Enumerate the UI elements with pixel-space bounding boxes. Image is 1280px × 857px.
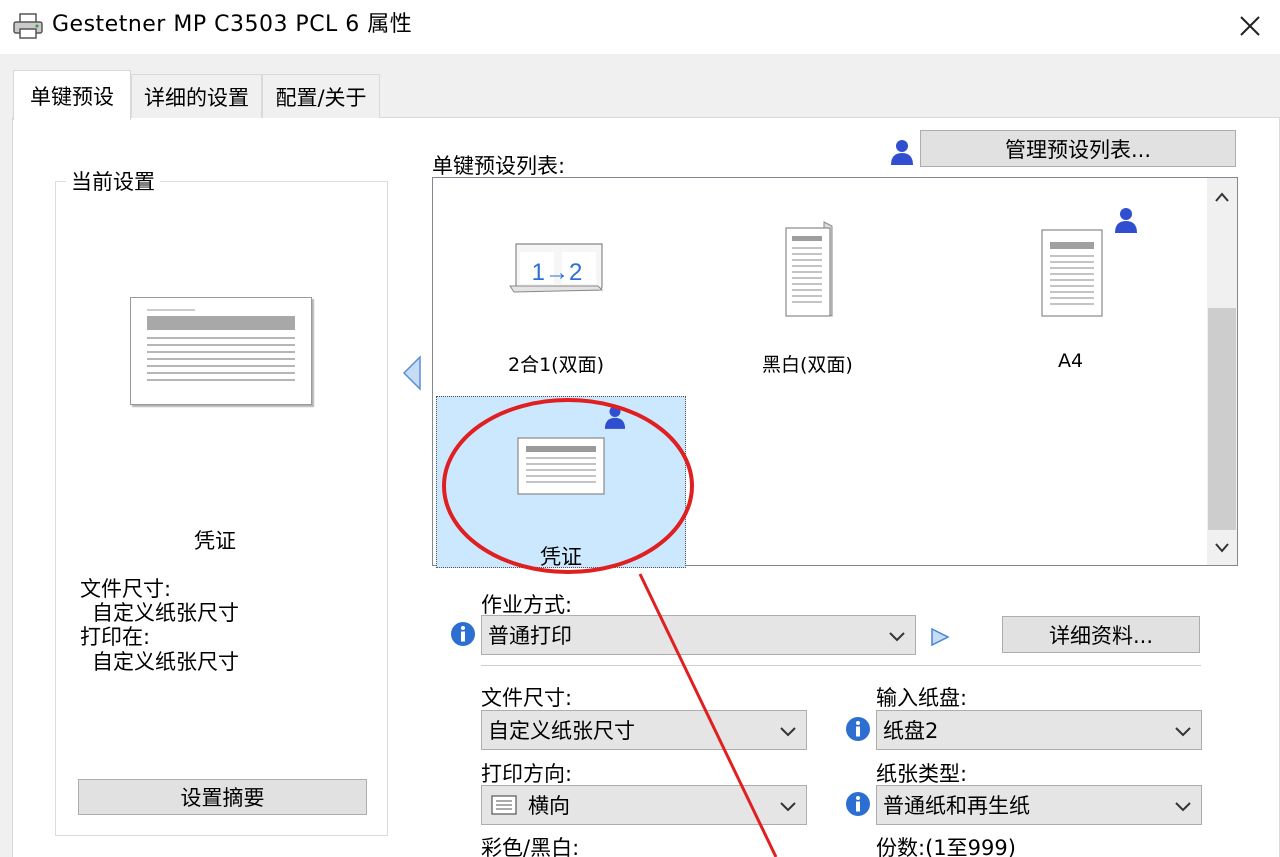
print-on-info-label: 打印在:	[80, 625, 151, 649]
tab-config-about[interactable]: 配置/关于	[262, 74, 380, 118]
bw-duplex-icon	[785, 221, 833, 317]
tab-one-click-presets[interactable]: 单键预设	[13, 70, 131, 120]
landscape-orientation-icon	[491, 795, 517, 815]
scroll-down-button[interactable]	[1207, 531, 1237, 565]
user-preset-icon	[604, 406, 626, 429]
preset-label-voucher: 凭证	[540, 545, 582, 569]
input-tray-label: 输入纸盘:	[876, 686, 968, 710]
voucher-landscape-icon	[517, 437, 605, 495]
svg-text:1→2: 1→2	[532, 259, 583, 286]
print-on-info-value: 自定义纸张尺寸	[92, 650, 239, 674]
preset-label-a4: A4	[1058, 350, 1084, 372]
paper-type-value: 普通纸和再生纸	[883, 794, 1030, 818]
tab-detailed-settings[interactable]: 详细的设置	[131, 74, 262, 118]
info-icon	[846, 717, 870, 741]
doc-size-select[interactable]: 自定义纸张尺寸	[481, 710, 807, 750]
preset-item-a4[interactable]	[1040, 228, 1106, 320]
chevron-down-icon	[780, 727, 796, 737]
copies-label: 份数:(1至999)	[876, 836, 1016, 857]
window-title: Gestetner MP C3503 PCL 6 属性	[52, 12, 413, 37]
printer-icon	[13, 13, 43, 39]
scroll-up-button[interactable]	[1207, 180, 1237, 214]
scroll-left-arrow-icon[interactable]	[400, 353, 424, 393]
doc-size-value: 自定义纸张尺寸	[488, 719, 635, 743]
input-tray-value: 纸盘2	[883, 719, 939, 743]
close-button[interactable]	[1226, 6, 1274, 46]
current-settings-legend: 当前设置	[66, 168, 160, 196]
chevron-up-icon	[1215, 192, 1229, 202]
orientation-value: 横向	[528, 794, 570, 818]
current-preset-name: 凭证	[194, 529, 236, 553]
user-icon	[891, 140, 913, 165]
chevron-down-icon	[889, 632, 905, 642]
play-arrow-icon[interactable]	[930, 627, 950, 647]
paper-type-label: 纸张类型:	[876, 762, 968, 786]
paper-type-select[interactable]: 普通纸和再生纸	[876, 785, 1202, 825]
landscape-page-icon	[147, 309, 295, 381]
info-icon	[846, 792, 870, 816]
chevron-down-icon	[1215, 543, 1229, 553]
settings-summary-button[interactable]: 设置摘要	[78, 779, 367, 815]
doc-size-info-value: 自定义纸张尺寸	[92, 601, 239, 625]
input-tray-select[interactable]: 纸盘2	[876, 710, 1202, 750]
current-settings-preview	[130, 297, 312, 405]
two-in-one-duplex-icon: 1→2	[509, 243, 604, 293]
preset-label-bw-duplex: 黑白(双面)	[762, 354, 853, 376]
divider	[481, 665, 1201, 666]
color-mode-label: 彩色/黑白:	[481, 836, 580, 857]
user-preset-icon	[1115, 208, 1137, 233]
job-type-value: 普通打印	[488, 624, 572, 648]
orientation-select[interactable]: 横向	[481, 785, 807, 825]
job-type-select[interactable]: 普通打印	[481, 615, 916, 655]
preset-list-label: 单键预设列表:	[432, 154, 566, 178]
doc-size-info-label: 文件尺寸:	[80, 577, 172, 601]
chevron-down-icon	[1175, 727, 1191, 737]
preset-label-2in1: 2合1(双面)	[508, 354, 605, 376]
manage-preset-list-button[interactable]: 管理预设列表...	[920, 130, 1236, 167]
info-icon	[451, 622, 475, 646]
a4-page-icon	[1041, 229, 1103, 317]
preset-item-bw-duplex[interactable]	[784, 220, 838, 320]
close-icon	[1240, 16, 1260, 36]
current-settings-group	[55, 181, 388, 836]
chevron-down-icon	[1175, 802, 1191, 812]
scrollbar-thumb[interactable]	[1208, 308, 1236, 530]
details-button[interactable]: 详细资料...	[1002, 616, 1200, 653]
orientation-label: 打印方向:	[481, 762, 573, 786]
doc-size-label: 文件尺寸:	[481, 686, 573, 710]
preset-item-2in1-duplex[interactable]: 1→2	[506, 240, 608, 294]
chevron-down-icon	[780, 802, 796, 812]
